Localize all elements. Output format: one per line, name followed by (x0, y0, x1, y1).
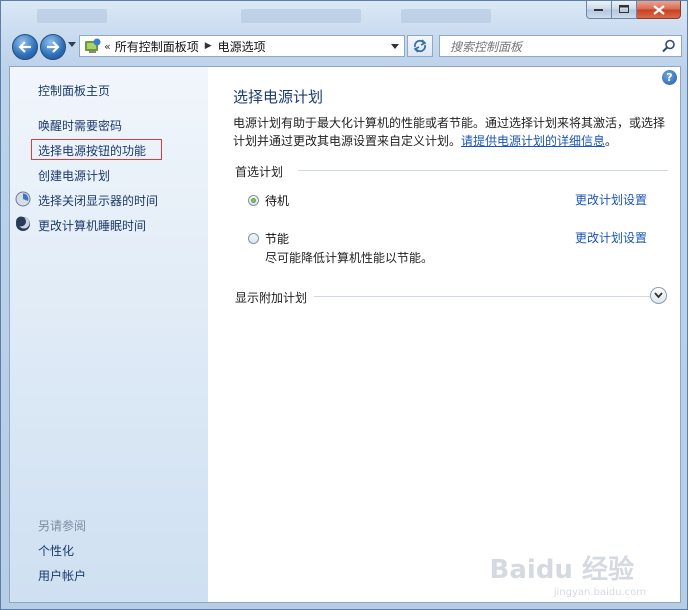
close-icon (652, 4, 665, 15)
chevron-down-icon (654, 292, 663, 299)
expand-additional-plans-button[interactable] (650, 287, 667, 304)
blurred-background (37, 9, 107, 23)
baidu-watermark-url: jingyan.baidu.com (553, 587, 646, 598)
sidebar-link-require-password[interactable]: 唤醒时需要密码 (38, 117, 122, 134)
refresh-button[interactable] (407, 35, 433, 57)
control-panel-window: « 所有控制面板项 ▶ 电源选项 控制面板主页 唤醒时需要密码 (0, 0, 688, 610)
minimize-icon (594, 8, 603, 11)
breadcrumb-power-options[interactable]: 电源选项 (218, 38, 266, 55)
close-button[interactable] (637, 1, 681, 19)
search-icon[interactable] (662, 39, 676, 53)
forward-arrow-icon (47, 41, 60, 53)
plan-power-saver-description: 尽可能降低计算机性能以节能。 (265, 251, 434, 265)
blurred-background (241, 9, 361, 23)
address-dropdown-icon[interactable] (391, 40, 400, 52)
sidebar-link-sleep-time[interactable]: 更改计算机睡眠时间 (38, 217, 146, 234)
content-area: 控制面板主页 唤醒时需要密码 选择电源按钮的功能 创建电源计划 选择关闭显示器的… (9, 66, 681, 603)
minimize-button[interactable] (586, 1, 612, 19)
see-also-header: 另请参阅 (38, 519, 87, 533)
window-controls (586, 1, 681, 19)
forward-button[interactable] (40, 34, 66, 60)
sidebar-link-control-panel-home[interactable]: 控制面板主页 (38, 82, 110, 99)
plan-power-saver-change-settings-link[interactable]: 更改计划设置 (575, 229, 647, 246)
back-arrow-icon (18, 41, 31, 53)
plan-standby-change-settings-link[interactable]: 更改计划设置 (575, 191, 647, 208)
recent-pages-dropdown-icon[interactable] (68, 42, 77, 48)
page-description: 电源计划有助于最大化计算机的性能或者节能。通过选择计划来将其激活，或选择计划并通… (233, 114, 671, 150)
plan-standby[interactable]: 待机 (248, 192, 289, 209)
navigation-bar: « 所有控制面板项 ▶ 电源选项 (9, 32, 682, 62)
sidebar-link-personalization[interactable]: 个性化 (38, 542, 74, 559)
additional-plans-divider (314, 296, 650, 297)
blurred-background (401, 9, 491, 23)
sidebar-link-power-buttons[interactable]: 选择电源按钮的功能 (38, 142, 146, 159)
preferred-plans-label: 首选计划 (235, 165, 284, 179)
page-title: 选择电源计划 (233, 88, 324, 106)
search-box[interactable] (439, 35, 682, 57)
plan-power-saver[interactable]: 节能 (248, 230, 289, 247)
plan-power-saver-name[interactable]: 节能 (265, 230, 289, 247)
sidebar-link-create-plan[interactable]: 创建电源计划 (38, 167, 110, 184)
show-additional-plans-label[interactable]: 显示附加计划 (235, 289, 307, 306)
plan-details-link[interactable]: 请提供电源计划的详细信息 (461, 134, 605, 148)
monitor-icon (15, 191, 31, 207)
control-panel-icon (85, 38, 101, 53)
maximize-button[interactable] (612, 1, 637, 19)
plan-standby-radio[interactable] (248, 195, 259, 206)
baidu-watermark: Baidu 经验 (489, 555, 634, 585)
help-button[interactable]: ? (662, 70, 677, 85)
maximize-icon (618, 5, 629, 13)
plan-power-saver-radio[interactable] (248, 233, 259, 244)
search-input[interactable] (448, 37, 657, 57)
address-overflow-chevron[interactable]: « (104, 40, 111, 53)
group-divider (298, 170, 668, 171)
breadcrumb-all-items[interactable]: 所有控制面板项 (115, 38, 199, 55)
sidebar-link-user-accounts[interactable]: 用户帐户 (38, 567, 86, 584)
plan-standby-name[interactable]: 待机 (265, 192, 289, 209)
refresh-icon (413, 39, 427, 53)
breadcrumb-separator-icon[interactable]: ▶ (205, 41, 212, 51)
back-button[interactable] (12, 34, 38, 60)
description-end: 。 (605, 134, 618, 148)
sidebar-link-display-off[interactable]: 选择关闭显示器的时间 (38, 192, 158, 209)
main-panel: ? 选择电源计划 电源计划有助于最大化计算机的性能或者节能。通过选择计划来将其激… (208, 67, 680, 602)
sidebar: 控制面板主页 唤醒时需要密码 选择电源按钮的功能 创建电源计划 选择关闭显示器的… (10, 67, 208, 602)
moon-icon (16, 216, 30, 231)
address-bar[interactable]: « 所有控制面板项 ▶ 电源选项 (79, 35, 405, 57)
